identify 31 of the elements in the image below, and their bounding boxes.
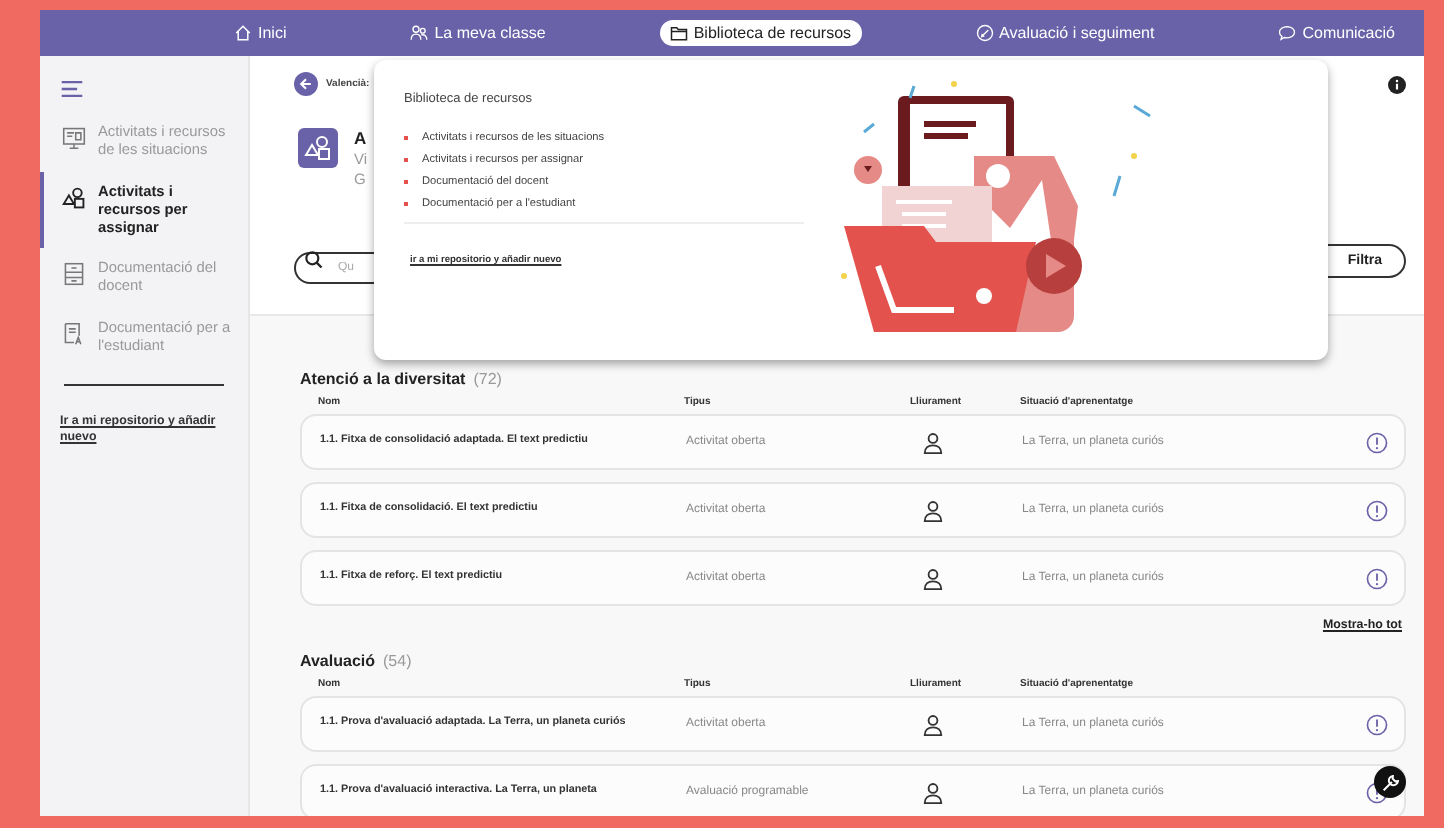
nav-tab[interactable]: Comunicació: [1268, 20, 1405, 46]
arrow-left-icon: [298, 76, 314, 92]
person-icon: [922, 713, 944, 735]
person-icon: [922, 567, 944, 589]
people-icon: [410, 24, 429, 42]
folder-icon: [669, 24, 688, 42]
info-icon[interactable]: [1366, 781, 1388, 803]
pencil-icon: [975, 24, 994, 42]
item-count: (72): [473, 370, 502, 388]
section-title: Atenció a la diversitat: [300, 370, 466, 388]
nav-tab[interactable]: Avaluació i seguiment: [965, 20, 1165, 46]
back-button[interactable]: [294, 72, 318, 96]
wrench-icon: [1379, 771, 1401, 793]
info-icon[interactable]: [1388, 75, 1406, 93]
home-icon: [234, 24, 252, 42]
shapes-icon: [298, 128, 338, 168]
page-title: A: [354, 128, 368, 151]
document-icon: [62, 322, 86, 347]
section-title: Avaluació: [300, 652, 375, 670]
person-icon: [922, 781, 944, 803]
shapes-icon: [62, 185, 86, 210]
menu-icon[interactable]: [60, 79, 84, 97]
person-icon: [922, 431, 944, 453]
nav-tab[interactable]: Biblioteca de recursos: [659, 20, 862, 46]
chat-bubble-icon: [1278, 24, 1297, 42]
drawer-icon: [62, 262, 86, 287]
nav-tab[interactable]: La meva classe: [400, 20, 556, 46]
person-icon: [922, 499, 944, 521]
item-count: (54): [383, 652, 412, 670]
nav-tab[interactable]: Inici: [224, 20, 297, 46]
presentation-board-icon: [62, 126, 86, 150]
